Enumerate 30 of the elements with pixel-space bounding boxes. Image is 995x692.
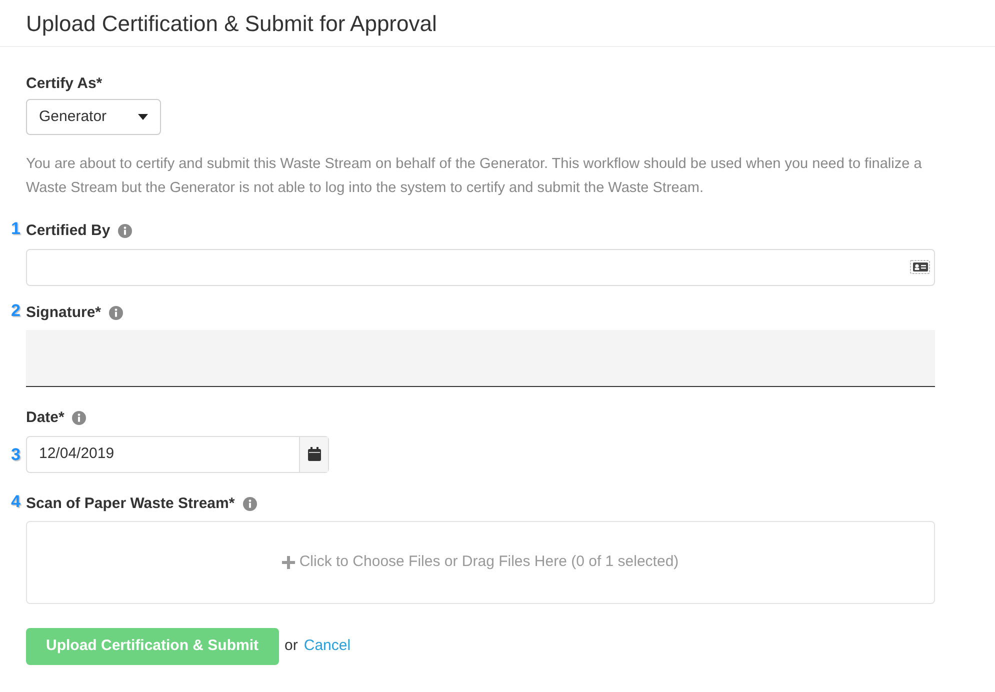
plus-icon xyxy=(282,556,296,569)
field-label: Date* xyxy=(26,408,64,428)
dialog-title: Upload Certification & Submit for Approval xyxy=(26,10,438,38)
file-drop-zone[interactable]: Click to Choose Files or Drag Files Here (0 of 1 selected) xyxy=(26,521,935,604)
drop-zone-text: Click to Choose Files or Drag Files Here (0 of 1 selected) xyxy=(299,552,679,572)
field-label: Scan of Paper Waste Stream* xyxy=(26,494,235,514)
date-field[interactable]: 12/04/2019 xyxy=(26,436,329,472)
cancel-link[interactable]: Cancel xyxy=(304,635,351,658)
certify-as-label: Certify As* xyxy=(26,74,104,94)
caret-icon xyxy=(138,114,148,120)
signature-pad[interactable] xyxy=(26,330,935,387)
step-number: 3 xyxy=(11,446,20,462)
info-icon xyxy=(109,306,124,320)
info-icon xyxy=(72,411,86,426)
certify-as-dropdown[interactable]: Generator xyxy=(26,99,161,135)
step-number: 1 xyxy=(11,220,20,237)
field-label: Signature* xyxy=(26,302,102,322)
or-text: or xyxy=(284,636,298,656)
certified-by-field[interactable] xyxy=(26,248,935,286)
info-icon xyxy=(242,496,257,511)
date-value: 12/04/2019 xyxy=(38,444,116,464)
submit-button[interactable]: Upload Certification & Submit xyxy=(26,628,279,665)
info-icon xyxy=(118,224,132,238)
description-text: You are about to certify and submit this Waste Stream on behalf of the Generator. This workflow should be used when you need to finalize a Waste Stream but the Generator is not able to log into the system to certify and submit the Waste Stream. xyxy=(26,155,923,198)
field-label: Certified By xyxy=(26,221,110,241)
contact-card-icon xyxy=(910,260,930,274)
step-number: 4 xyxy=(11,492,20,510)
calendar-icon xyxy=(308,447,320,461)
calendar-button[interactable] xyxy=(299,436,328,472)
step-number: 2 xyxy=(11,302,20,318)
